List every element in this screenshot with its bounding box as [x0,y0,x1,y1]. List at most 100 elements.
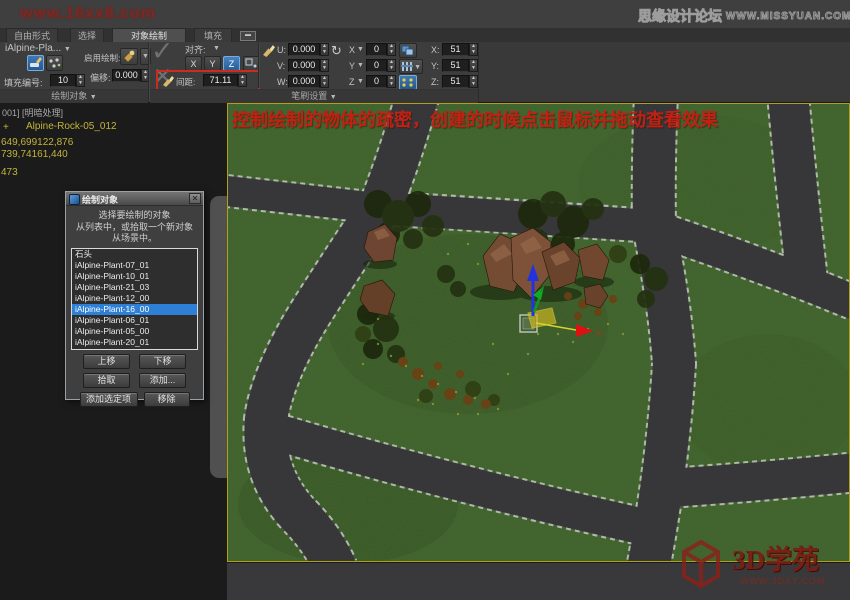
spinner-icon[interactable]: ▲▼ [320,75,329,88]
u-field[interactable]: 0.000 [288,43,320,56]
align-x-button[interactable]: X [185,56,202,71]
chevron-down-icon: ▼ [64,46,71,53]
tab-freeform[interactable]: 自由形式 [6,28,58,42]
tab-populate[interactable]: 填充 [194,28,232,42]
list-item[interactable]: iAlpine-Plant-07_01 [72,260,197,271]
list-item[interactable]: iAlpine-Plant-20_01 [72,337,197,348]
spacing-field[interactable]: 71.11 [203,74,238,87]
scatter-mode-button[interactable] [46,55,63,71]
group-separator [258,42,260,88]
chevron-down-icon[interactable]: ▼ [357,46,364,53]
paint-object-dropdown[interactable]: iAlpine-Pla... ▼ [5,43,71,54]
paint-icon [121,49,137,64]
offset-label: 偏移: [90,71,111,84]
list-item[interactable]: iAlpine-Plant-12_00 [72,293,197,304]
ribbon-tab-bar: 自由形式 选择 对象绘制 填充 ▬ [0,28,850,42]
align-grid-icon [244,57,259,70]
spinner-icon[interactable]: ▲▼ [76,74,85,87]
brush-icon [28,56,43,70]
brush-settings-panel-label[interactable]: 笔刷设置 ▼ [150,89,478,103]
ribbon-minimize-icon[interactable]: ▬ [240,31,256,41]
chevron-down-icon[interactable]: ▼ [357,78,364,85]
paint-objects-panel-label[interactable]: 绘制对象 ▼ [0,89,148,103]
dialog-title: 绘制对象 [82,193,118,206]
fill-number-field[interactable]: 10 [50,74,76,87]
close-icon[interactable]: ✕ [189,193,201,204]
spinner-icon[interactable]: ▲▼ [387,59,396,72]
select-paint-objects-button[interactable] [399,43,417,58]
u-label: U: [277,45,286,55]
move-down-button[interactable]: 下移 [139,354,186,369]
align-y-button[interactable]: Y [204,56,221,71]
list-item[interactable]: iAlpine-Plant-05_00 [72,326,197,337]
app-window: www.16xx8.com 思缘设计论坛 WWW.MISSYUAN.COM 自由… [0,0,850,600]
tutorial-annotation: 控制绘制的物体的疏密，创建的时候点击鼠标并拖动查看效果 [232,106,792,132]
rotate-icon: ↻ [331,43,342,59]
spinner-icon[interactable]: ▲▼ [238,74,247,87]
brush-icon [162,75,174,87]
gizmo-x-label: x [597,328,601,337]
watermark-top-right: 思缘设计论坛 WWW.MISSYUAN.COM [638,6,850,26]
random-dice-icon [400,76,416,89]
rot-y-label: Y [349,61,355,71]
dialog-titlebar[interactable]: 绘制对象 ✕ [66,192,203,206]
remove-button[interactable]: 移除 [144,392,190,407]
spinner-icon[interactable]: ▲▼ [320,59,329,72]
spacing-label: 间距: [176,76,195,88]
tab-object-paint[interactable]: 对象绘制 [112,28,186,42]
list-item-selected[interactable]: iAlpine-Plant-16_00 [72,304,197,315]
add-selected-button[interactable]: 添加选定项 [80,392,138,407]
spinner-icon[interactable]: ▲▼ [469,43,478,56]
ribbon: iAlpine-Pla... ▼ 填充编号: 10 ▲▼ 启用绘制: ▼ [0,42,850,103]
scale-y-field[interactable]: 51 [442,59,469,72]
move-up-button[interactable]: 上移 [83,354,130,369]
gizmo-y-label: y [540,285,544,292]
list-item[interactable]: iAlpine-Plant-06_01 [72,315,197,326]
rot-x-label: X [349,45,355,55]
cube-logo-icon [676,534,726,594]
randomize-button[interactable] [399,75,417,90]
distribution-options-button[interactable]: ▼ [399,59,423,74]
spinner-icon[interactable]: ▲▼ [469,75,478,88]
dialog-instructions: 选择要绘制的对象 从列表中，或拾取一个新对象 从场景中。 [66,210,203,245]
spinner-icon[interactable]: ▲▼ [320,43,329,56]
v-field[interactable]: 0.000 [288,59,320,72]
rot-z-field[interactable]: 0 [366,75,387,88]
enable-paint-label: 启用绘制: [84,52,120,64]
align-z-button[interactable]: Z [223,56,240,71]
pick-button[interactable]: 拾取 [83,373,130,388]
tab-selection[interactable]: 选择 [70,28,104,42]
spinner-icon[interactable]: ▲▼ [387,43,396,56]
brush-icon [262,44,275,57]
sliders-icon [400,60,414,73]
chevron-down-icon: ▼ [414,64,421,71]
rot-z-label: Z [349,77,355,87]
viewport-shading-label[interactable]: 001] [明暗处理] [2,106,63,119]
watermark-url: WWW.3DXY.COM [740,576,825,586]
list-item[interactable]: iAlpine-Plant-10_01 [72,271,197,282]
rot-x-field[interactable]: 0 [366,43,387,56]
add-button[interactable]: 添加... [139,373,186,388]
coordinate-readout-1: 649,699122,876 [1,137,73,148]
viewport[interactable]: y x 控制绘制的物体的疏密，创建的时候点击鼠标并拖动查看效果 [227,103,850,562]
rot-y-field[interactable]: 0 [366,59,387,72]
paintable-object-list[interactable]: 石头 iAlpine-Plant-07_01 iAlpine-Plant-10_… [71,248,198,350]
watermark-bottom-right: 3D学苑 WWW.3DXY.COM [676,534,850,598]
offset-field[interactable]: 0.000 [112,69,141,82]
align-dropdown-icon[interactable]: ▼ [213,45,220,52]
watermark-title: 3D学苑 [732,538,819,577]
paint-objects-dialog[interactable]: 绘制对象 ✕ 选择要绘制的对象 从列表中，或拾取一个新对象 从场景中。 石头 i… [65,191,204,400]
spinner-icon[interactable]: ▲▼ [469,59,478,72]
list-item[interactable]: iAlpine-Plant-21_03 [72,282,197,293]
v-label: V: [277,61,285,71]
list-item[interactable]: 石头 [72,249,197,260]
scale-z-field[interactable]: 51 [442,75,469,88]
w-field[interactable]: 0.000 [288,75,320,88]
scale-x-field[interactable]: 51 [442,43,469,56]
instruction-line: 从列表中，或拾取一个新对象 [66,222,203,234]
spinner-icon[interactable]: ▲▼ [387,75,396,88]
title-strip: www.16xx8.com 思缘设计论坛 WWW.MISSYUAN.COM [0,0,850,28]
chevron-down-icon[interactable]: ▼ [357,62,364,69]
paint-brush-mode-button[interactable] [27,55,44,71]
enable-paint-button[interactable] [120,48,138,65]
